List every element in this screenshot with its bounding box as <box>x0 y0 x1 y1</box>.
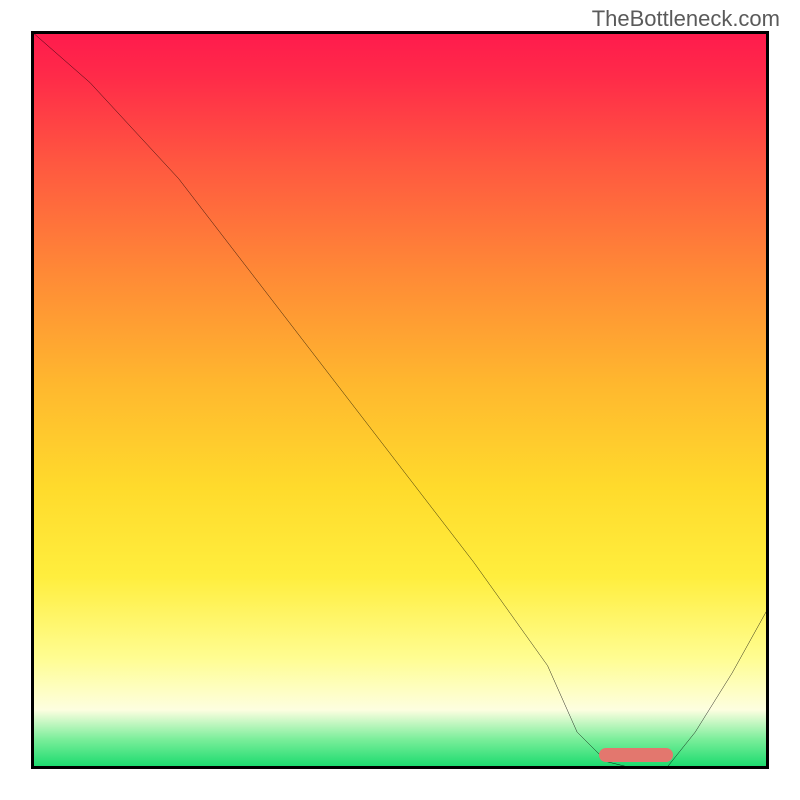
watermark-text: TheBottleneck.com <box>592 6 780 32</box>
chart-plot-area <box>31 31 769 769</box>
optimal-zone-marker <box>599 748 673 762</box>
chart-background-gradient <box>31 31 769 769</box>
